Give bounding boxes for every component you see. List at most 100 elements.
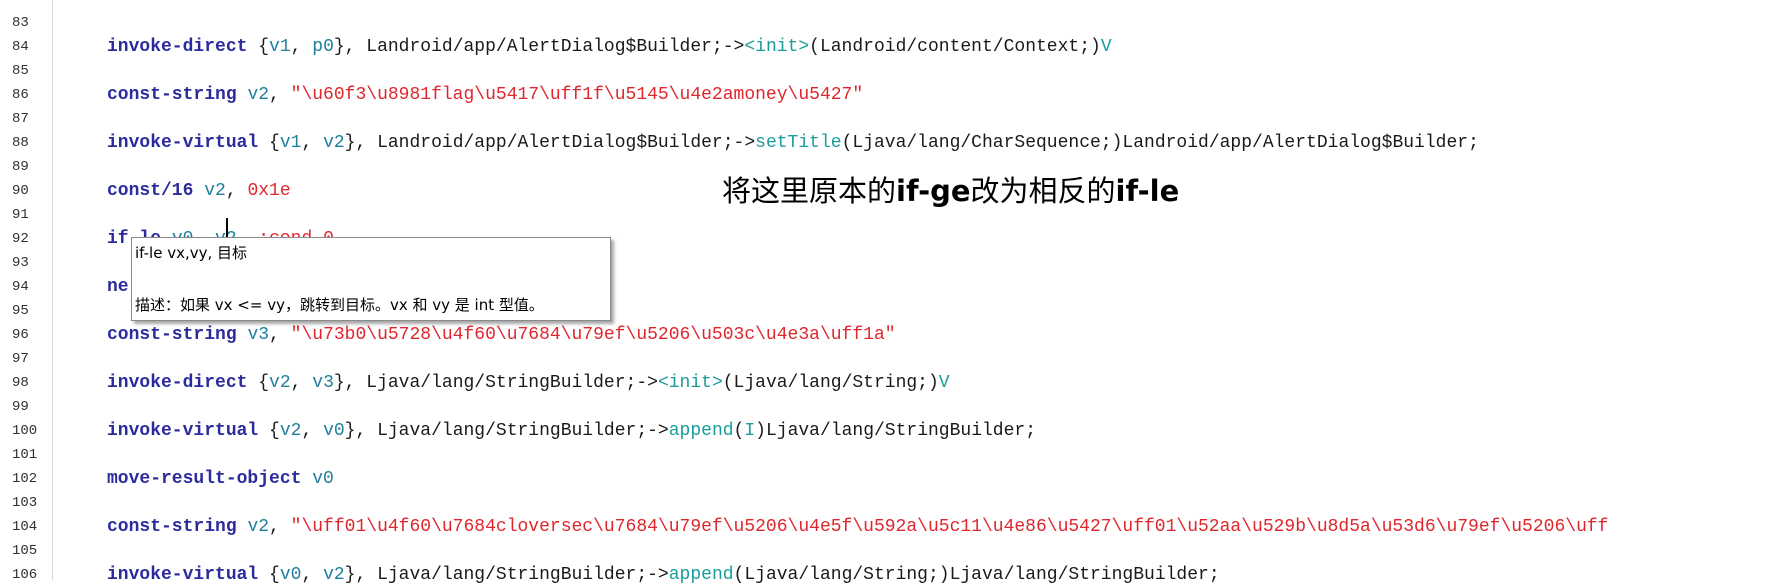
line-number: 85 (12, 63, 29, 79)
code-token-reg: v2 (269, 373, 291, 393)
code-token-plain: , (269, 325, 291, 345)
code-token-plain: , (290, 37, 313, 57)
code-token-kw: invoke-direct (107, 373, 248, 393)
instruction-tooltip: if-le vx,vy, 目标 描述：如果 vx <= vy，跳转到目标。vx … (131, 237, 611, 321)
line-number: 89 (12, 159, 29, 175)
line-number: 96 (12, 327, 29, 343)
code-text[interactable]: ne (107, 275, 129, 299)
code-text[interactable]: const-string v2, "\uff01\u4f60\u7684clov… (107, 515, 1608, 539)
line-number: 95 (12, 303, 29, 319)
line-number: 97 (12, 351, 29, 367)
code-token-plain: { (247, 37, 270, 57)
code-token-kw: const-string (107, 85, 237, 105)
code-text[interactable]: invoke-direct {v2, v3}, Ljava/lang/Strin… (107, 371, 950, 395)
line-number: 104 (12, 519, 38, 535)
code-token-reg: v2 (247, 85, 270, 105)
code-token-plain: )Ljava/lang/StringBuilder; (755, 421, 1037, 441)
code-token-reg: v0 (323, 421, 345, 441)
code-token-mth: V (938, 373, 950, 393)
tooltip-title: if-le vx,vy, 目标 (135, 244, 248, 262)
code-token-reg: v0 (312, 469, 334, 489)
annotation-text-2: 改为相反的 (970, 174, 1116, 208)
code-token-plain: (Landroid/content/Context;) (809, 37, 1101, 57)
line-number: 90 (12, 183, 29, 199)
tooltip-description: 描述：如果 vx <= vy，跳转到目标。vx 和 vy 是 int 型值。 (135, 296, 544, 314)
code-token-plain: }, Ljava/lang/StringBuilder;-> (333, 373, 658, 393)
code-token-reg: p0 (312, 37, 334, 57)
code-token-str: "\u73b0\u5728\u4f60\u7684\u79ef\u5206\u5… (290, 325, 896, 345)
code-token-reg: v2 (323, 133, 345, 153)
line-number: 106 (12, 567, 38, 583)
line-number: 105 (12, 543, 38, 559)
code-token-str: 0x1e (247, 181, 291, 201)
code-token-reg: v1 (269, 37, 291, 57)
annotation-keyword-1: if-ge (896, 174, 971, 208)
code-token-reg: v2 (323, 565, 345, 585)
line-number: 87 (12, 111, 29, 127)
text-caret (226, 218, 228, 239)
code-token-plain: , (301, 421, 324, 441)
code-token-plain: (Ljava/lang/String;) (722, 373, 939, 393)
code-token-plain: }, Landroid/app/AlertDialog$Builder;-> (344, 133, 756, 153)
code-token-kw: const/16 (107, 181, 194, 201)
code-token-reg: v3 (247, 325, 270, 345)
code-token-reg: v2 (279, 421, 302, 441)
code-token-mth: I (744, 421, 756, 441)
code-token-plain: , (290, 373, 313, 393)
line-number: 99 (12, 399, 29, 415)
code-token-reg: v2 (247, 517, 270, 537)
code-text[interactable]: const-string v2, "\u60f3\u8981flag\u5417… (107, 83, 863, 107)
code-text[interactable]: const/16 v2, 0x1e (107, 179, 291, 203)
code-text[interactable]: move-result-object v0 (107, 467, 334, 491)
code-token-plain: , (269, 85, 291, 105)
code-token-str: "\u60f3\u8981flag\u5417\uff1f\u5145\u4e2… (290, 85, 864, 105)
annotation-text-1: 将这里原本的 (722, 174, 897, 208)
code-token-kw: const-string (107, 325, 237, 345)
code-text[interactable]: invoke-virtual {v0, v2}, Ljava/lang/Stri… (107, 563, 1220, 587)
code-token-mth: append (668, 421, 734, 441)
code-token-reg: v1 (279, 133, 302, 153)
line-number: 93 (12, 255, 29, 271)
code-token-mth: setTitle (755, 133, 842, 153)
line-number: 94 (12, 279, 29, 295)
code-token-kw: ne (107, 277, 129, 297)
code-token-kw: const-string (107, 517, 237, 537)
line-number: 88 (12, 135, 29, 151)
code-token-mth: append (668, 565, 734, 585)
code-token-kw: invoke-virtual (107, 421, 259, 441)
code-token-mth: V (1100, 37, 1112, 57)
code-token-kw: invoke-direct (107, 37, 248, 57)
code-token-plain: { (258, 133, 280, 153)
code-token-kw: invoke-virtual (107, 565, 259, 585)
code-token-reg: v3 (312, 373, 334, 393)
code-token-plain: (Ljava/lang/String;)Ljava/lang/StringBui… (733, 565, 1220, 585)
code-token-plain: { (247, 373, 270, 393)
line-number: 83 (12, 15, 29, 31)
code-token-str: "\uff01\u4f60\u7684cloversec\u7684\u79ef… (290, 517, 1609, 537)
code-token-plain: }, Ljava/lang/StringBuilder;-> (344, 565, 669, 585)
code-token-plain: , (301, 133, 324, 153)
code-token-kw: invoke-virtual (107, 133, 259, 153)
code-text[interactable]: invoke-direct {v1, p0}, Landroid/app/Ale… (107, 35, 1112, 59)
code-token-plain: }, Landroid/app/AlertDialog$Builder;-> (333, 37, 745, 57)
code-text[interactable]: const-string v3, "\u73b0\u5728\u4f60\u76… (107, 323, 896, 347)
code-token-plain: }, Ljava/lang/StringBuilder;-> (344, 421, 669, 441)
code-token-plain: { (258, 565, 280, 585)
code-token-plain: , (301, 565, 324, 585)
line-number: 91 (12, 207, 29, 223)
line-number: 102 (12, 471, 38, 487)
line-number: 86 (12, 87, 29, 103)
code-text[interactable]: invoke-virtual {v2, v0}, Ljava/lang/Stri… (107, 419, 1036, 443)
code-token-plain: , (225, 181, 248, 201)
code-token-plain: (Ljava/lang/CharSequence;)Landroid/app/A… (841, 133, 1479, 153)
line-number: 101 (12, 447, 38, 463)
code-token-mth: <init> (657, 373, 723, 393)
line-number: 84 (12, 39, 29, 55)
code-text[interactable]: invoke-virtual {v1, v2}, Landroid/app/Al… (107, 131, 1479, 155)
line-number: 92 (12, 231, 29, 247)
